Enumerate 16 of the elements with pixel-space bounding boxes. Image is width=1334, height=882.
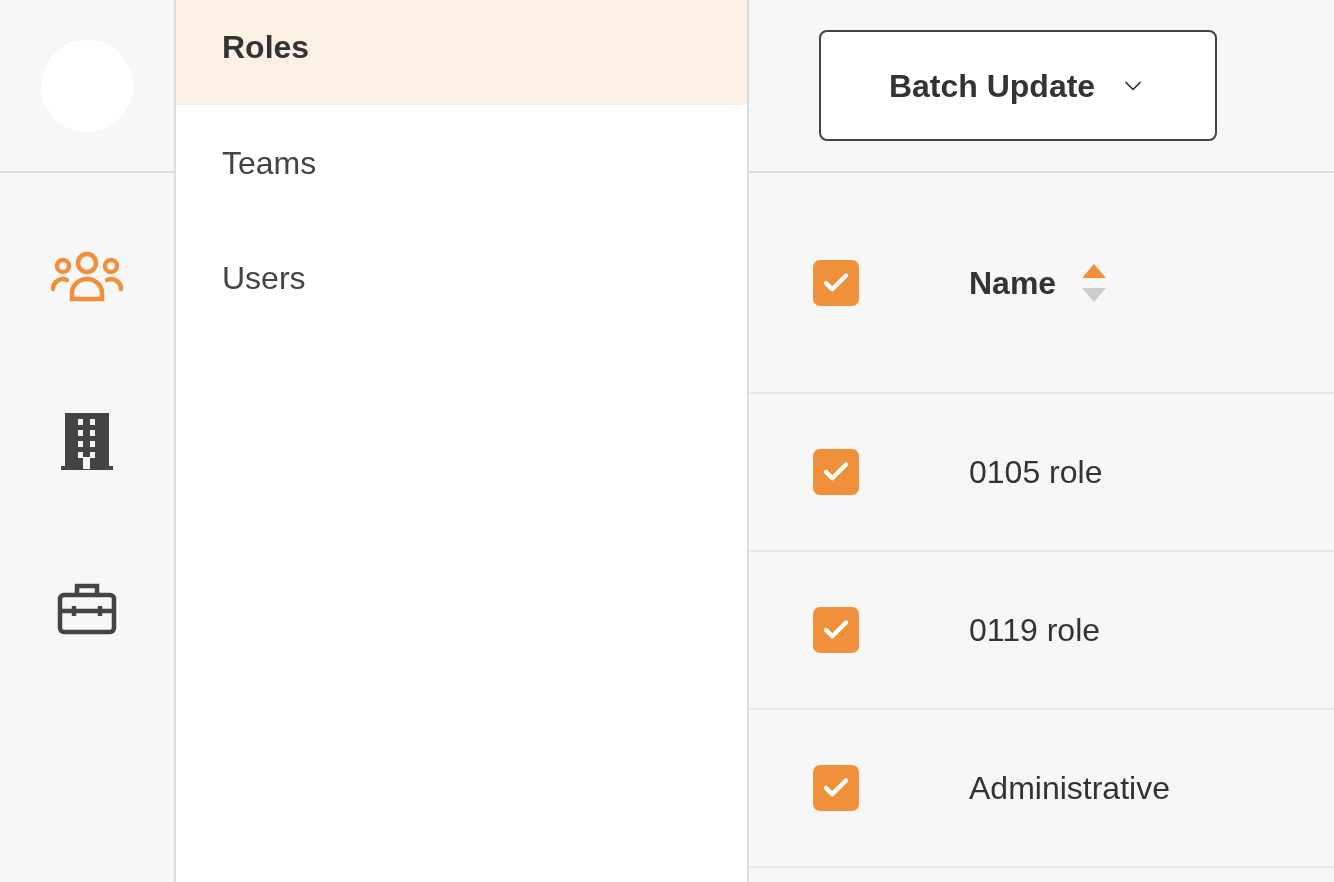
sort-icon[interactable] <box>1082 263 1107 302</box>
building-icon[interactable] <box>61 413 113 471</box>
table-cell-text: 0119 role <box>969 611 1101 650</box>
menu-item[interactable]: Roles <box>176 0 747 105</box>
row-checkbox[interactable] <box>813 607 859 653</box>
row-checkbox[interactable] <box>813 765 859 811</box>
table-cell-text: 0105 role <box>969 453 1103 492</box>
row-checkbox[interactable] <box>813 449 859 495</box>
batch-update-button[interactable]: Batch Update <box>819 30 1217 141</box>
column-header[interactable]: Name <box>969 258 1057 307</box>
table-cell-text: Administrative <box>969 769 1170 808</box>
menu-item[interactable]: Users <box>176 220 747 335</box>
select-all-checkbox[interactable] <box>813 259 859 306</box>
menu-item[interactable]: Teams <box>176 105 747 220</box>
people-icon[interactable] <box>50 251 124 303</box>
toolbox-icon[interactable] <box>57 581 117 635</box>
